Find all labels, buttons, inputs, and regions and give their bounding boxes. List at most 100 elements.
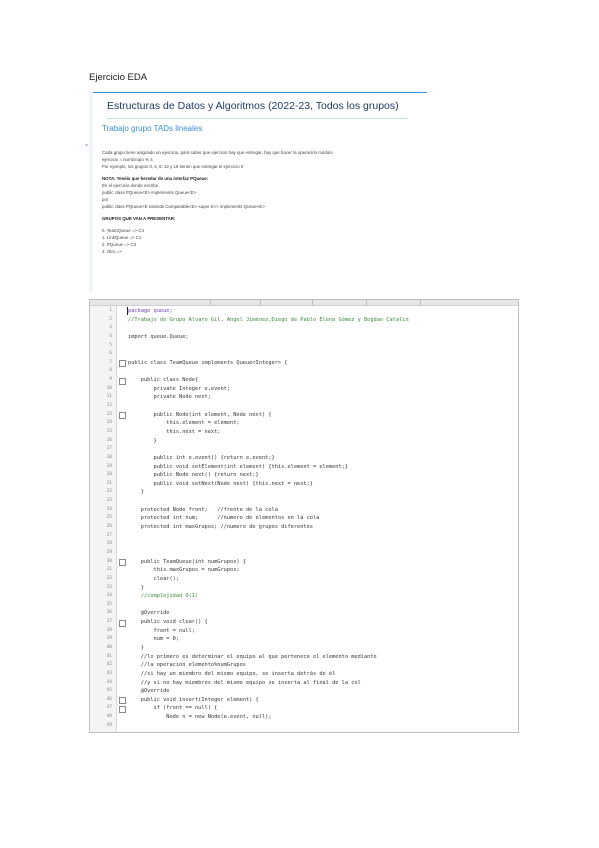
code-line[interactable]: 35 (90, 601, 518, 610)
code-text: clear(); (128, 575, 180, 582)
line-number: 47 (106, 705, 112, 711)
code-line[interactable]: 34 //complejidad O(1) (90, 592, 518, 601)
line-number: 42 (106, 662, 112, 668)
code-line[interactable]: 42 //la operación elemento%numGrupos (90, 661, 518, 670)
line-number: 22 (106, 489, 112, 495)
code-editor[interactable]: 1 package queue; 2 //Trabajo de Grupo Alvar… (89, 299, 519, 733)
code-line[interactable]: 46 public void insert(Integer element) { (90, 696, 518, 705)
code-line[interactable]: 20 public Node next() {return next;} (90, 471, 518, 480)
code-line[interactable]: 13 public Node(int element, Node next) { (90, 411, 518, 420)
code-line[interactable]: 39 num = 0; (90, 635, 518, 644)
code-line[interactable]: 31 this.maxGrupos = numGrupos; (90, 566, 518, 575)
code-line[interactable]: 12 (90, 402, 518, 411)
code-text: public int e.event() {return e.event;} (128, 454, 275, 461)
line-number: 38 (106, 627, 112, 633)
code-line[interactable]: 22 } (90, 488, 518, 497)
code-line[interactable]: 38 front = null; (90, 627, 518, 636)
task-title[interactable]: Trabajo grupo TADs lineales (102, 124, 202, 133)
line-number: 35 (106, 601, 112, 607)
code-line[interactable]: 37 public void clear() { (90, 618, 518, 627)
fold-toggle-icon[interactable] (119, 559, 126, 567)
code-line[interactable]: 25 protected int num; //numero de elemen… (90, 514, 518, 523)
code-line[interactable]: 44 //y si no hay miembros del mismo equi… (90, 679, 518, 688)
line-number: 29 (106, 549, 112, 555)
code-text: public class TeamQueue implements Queue<… (128, 359, 288, 366)
left-sidebar-strip (89, 92, 93, 292)
assignment-screenshot: Estructuras de Datos y Algoritmos (2022-… (85, 92, 427, 292)
code-line[interactable]: 7 public class TeamQueue implements Queue… (90, 359, 518, 368)
fold-toggle-icon[interactable] (119, 697, 126, 705)
code-line[interactable]: 2 //Trabajo de Grupo Alvaro Gil, Angel Ji… (90, 316, 518, 325)
code-line[interactable]: 23 (90, 497, 518, 506)
code-text: private Integer e,event; (128, 385, 231, 392)
code-line[interactable]: 18 public int e.event() {return e.event;… (90, 454, 518, 463)
fold-toggle-icon[interactable] (119, 360, 126, 368)
assignment-line: ejercicio = numGrupo % 4 (102, 157, 153, 162)
line-number: 28 (106, 541, 112, 547)
code-line[interactable]: 5 (90, 342, 518, 351)
line-number: 23 (106, 498, 112, 504)
code-line[interactable]: 47 if (front == null) { (90, 704, 518, 713)
code-line[interactable]: 26 protected int maxGrupos; //numero de … (90, 523, 518, 532)
code-line[interactable]: 9 public class Node{ (90, 376, 518, 385)
line-number: 2 (109, 316, 112, 322)
code-line[interactable]: 15 this.next = next; (90, 428, 518, 437)
code-line[interactable]: 40 } (90, 644, 518, 653)
code-line[interactable]: 41 //lo primero es determinar el equipo … (90, 653, 518, 662)
code-text: //Trabajo de Grupo Alvaro Gil, Angel Jim… (128, 316, 409, 323)
code-text: import queue.Queue; (128, 333, 189, 340)
code-text: @Override (128, 610, 170, 617)
assignment-line: public class PQueue<E> implements Queue<… (102, 190, 197, 195)
code-line[interactable]: 48 Node n = new Node(e.event, null); (90, 713, 518, 722)
assignment-line: 3. Otro => (102, 249, 122, 254)
line-number: 49 (106, 722, 112, 728)
code-text: front = null; (128, 627, 195, 634)
code-text: public void clear() { (128, 619, 208, 626)
code-line[interactable]: 43 //si hay un miembro del mismo equipo,… (90, 670, 518, 679)
code-line[interactable]: 21 public void setNext(Node next) {this.… (90, 480, 518, 489)
code-text: protected int maxGrupos; //numero de gru… (128, 524, 313, 531)
line-number: 48 (106, 714, 112, 720)
code-line[interactable]: 28 (90, 540, 518, 549)
code-line[interactable]: 3 (90, 324, 518, 333)
code-line[interactable]: 36 @Override (90, 609, 518, 618)
code-text: public TeamQueue(int numGrupos) { (128, 558, 246, 565)
code-line[interactable]: 33 } (90, 584, 518, 593)
code-text: private Node next; (128, 394, 211, 401)
fold-toggle-icon[interactable] (119, 412, 126, 420)
code-line[interactable]: 29 (90, 549, 518, 558)
line-number: 16 (106, 437, 112, 443)
code-text: package queue; (128, 308, 173, 314)
top-accent-line (89, 92, 427, 93)
code-line[interactable]: 19 public void setElement(int element) {… (90, 463, 518, 472)
line-number: 15 (106, 428, 112, 434)
code-text: this.element = element; (128, 420, 240, 427)
code-text: if (front == null) { (128, 705, 218, 712)
code-line[interactable]: 49 (90, 722, 518, 731)
code-line[interactable]: 4 import queue.Queue; (90, 333, 518, 342)
code-line[interactable]: 16 } (90, 437, 518, 446)
fold-toggle-icon[interactable] (119, 705, 126, 713)
line-number: 27 (106, 532, 112, 538)
code-line[interactable]: 45 @Override (90, 687, 518, 696)
line-number: 31 (106, 567, 112, 573)
code-line[interactable]: 6 (90, 350, 518, 359)
code-line[interactable]: 11 private Node next; (90, 393, 518, 402)
assignment-line: 2. PQueue => C3 (102, 242, 137, 247)
code-line[interactable]: 14 this.element = element; (90, 419, 518, 428)
line-number: 36 (106, 610, 112, 616)
code-text: //y si no hay miembros del mismo equipo … (128, 679, 361, 686)
code-line[interactable]: 32 clear(); (90, 575, 518, 584)
fold-toggle-icon[interactable] (119, 619, 126, 627)
code-line[interactable]: 30 public TeamQueue(int numGrupos) { (90, 558, 518, 567)
course-title-divider (107, 118, 407, 119)
code-line[interactable]: 27 (90, 532, 518, 541)
code-line[interactable]: 8 (90, 367, 518, 376)
line-number: 26 (106, 524, 112, 530)
fold-toggle-icon[interactable] (119, 377, 126, 385)
code-line[interactable]: 10 private Integer e,event; (90, 385, 518, 394)
code-line[interactable]: 17 (90, 445, 518, 454)
code-line[interactable]: 1 package queue; (90, 307, 518, 316)
code-line[interactable]: 24 protected Node front; //frente de la … (90, 506, 518, 515)
line-number: 5 (109, 342, 112, 348)
